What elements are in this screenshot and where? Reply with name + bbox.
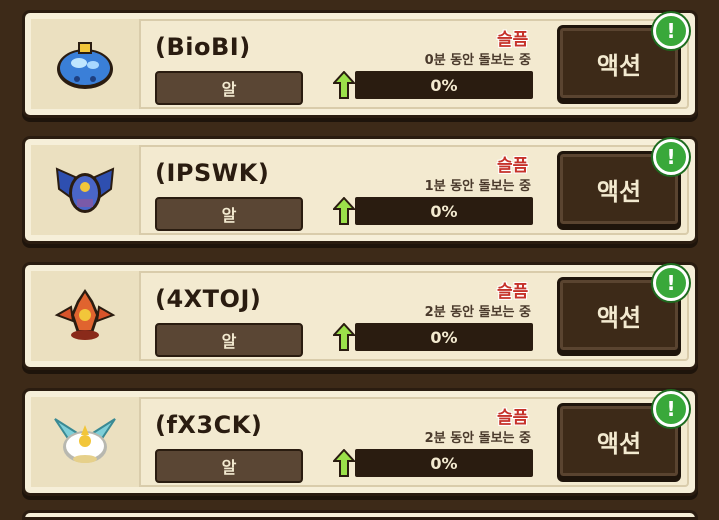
progress-text: 0% [430, 75, 458, 95]
alert-icon: ! [653, 391, 689, 427]
growth-progress-bar: 0% [355, 71, 533, 99]
care-duration: 1분 동안 돌보는 중 [424, 179, 531, 194]
pet-card: (BioBI) 알 슬픔 0분 동안 돌보는 중 0% 액션 ! [22, 10, 698, 118]
pet-icon-slot [31, 271, 141, 361]
mood-status: 슬픔 [497, 30, 529, 50]
mood-status: 슬픔 [497, 408, 529, 428]
care-duration: 0분 동안 돌보는 중 [424, 53, 531, 68]
pet-icon-slot [31, 19, 141, 109]
growth-progress-bar: 0% [355, 197, 533, 225]
blue-egg-pet-icon [57, 42, 113, 89]
next-card-edge [22, 510, 698, 520]
pet-name: (BioBI) [155, 33, 251, 61]
up-arrow-icon [333, 323, 355, 351]
pet-card: (fX3CK) 알 슬픔 2분 동안 돌보는 중 0% 액션 ! [22, 388, 698, 496]
pet-icon-slot [31, 145, 141, 235]
pet-type-badge: 알 [155, 71, 303, 105]
pet-name: (fX3CK) [155, 411, 263, 439]
progress-text: 0% [430, 453, 458, 473]
light-winged-pet-icon [54, 418, 116, 463]
growth-progress-bar: 0% [355, 449, 533, 477]
alert-icon: ! [653, 265, 689, 301]
blue-winged-pet-icon [55, 167, 115, 213]
growth-progress-bar: 0% [355, 323, 533, 351]
care-duration: 2분 동안 돌보는 중 [424, 305, 531, 320]
care-duration: 2분 동안 돌보는 중 [424, 431, 531, 446]
pet-card: (4XTOJ) 알 슬픔 2분 동안 돌보는 중 0% 액션 ! [22, 262, 698, 370]
mood-status: 슬픔 [497, 156, 529, 176]
pet-type-badge: 알 [155, 323, 303, 357]
alert-icon: ! [653, 13, 689, 49]
pet-type-badge: 알 [155, 197, 303, 231]
pet-icon-slot [31, 397, 141, 487]
up-arrow-icon [333, 197, 355, 225]
pet-type-badge: 알 [155, 449, 303, 483]
mood-status: 슬픔 [497, 282, 529, 302]
pet-name: (4XTOJ) [155, 285, 262, 313]
progress-text: 0% [430, 327, 458, 347]
fire-egg-pet-icon [54, 289, 116, 340]
pet-name: (IPSWK) [155, 159, 270, 187]
pet-card: (IPSWK) 알 슬픔 1분 동안 돌보는 중 0% 액션 ! [22, 136, 698, 244]
up-arrow-icon [333, 71, 355, 99]
alert-icon: ! [653, 139, 689, 175]
up-arrow-icon [333, 449, 355, 477]
progress-text: 0% [430, 201, 458, 221]
